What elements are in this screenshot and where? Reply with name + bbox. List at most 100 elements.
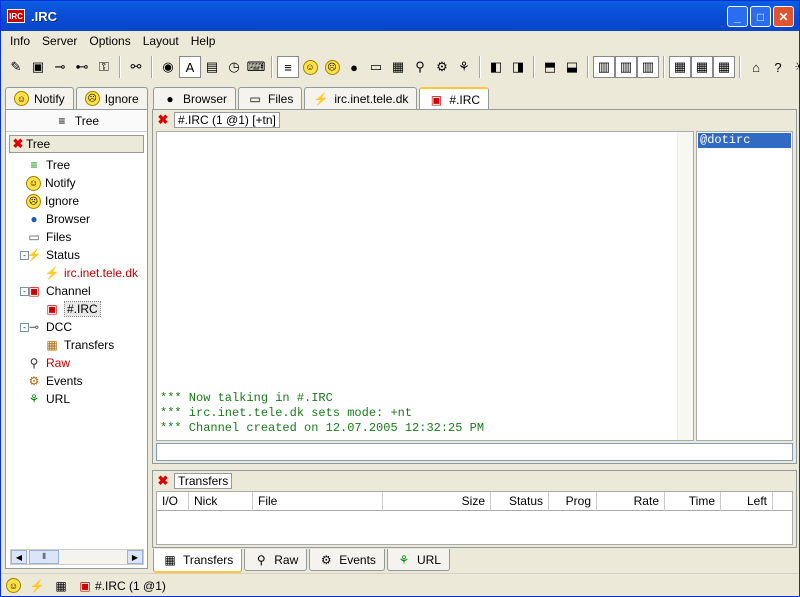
dock-top-icon[interactable]: ⬒ [539,56,561,78]
tree-item[interactable]: ⚙ Events [10,372,147,390]
tab-events[interactable]: ⚙ Events [309,549,385,571]
layout-5-icon[interactable]: ▦ [691,56,713,78]
tree-panel-header[interactable]: ≡ Tree [6,110,147,132]
collapse-toggle[interactable]: - [20,286,29,296]
tree-item[interactable]: - ▣ Channel [10,282,147,300]
close-button[interactable]: ✕ [773,6,794,27]
tab-transfers[interactable]: ▦ Transfers [153,549,243,573]
dock-left-icon[interactable]: ◧ [485,56,507,78]
tab-raw[interactable]: ⚲ Raw [244,549,308,571]
scroll-right-icon[interactable]: ▶ [127,550,143,564]
tree-item[interactable]: ⚲ Raw [10,354,147,372]
channel-status-icon[interactable]: ▣ [77,578,93,594]
home-icon[interactable]: ⌂ [745,56,767,78]
tree-item[interactable]: - ⊸ DCC [10,318,147,336]
collapse-toggle[interactable]: - [20,322,29,332]
disconnect-icon[interactable]: ⊷ [71,56,93,78]
tab-ignore[interactable]: ☹ Ignore [75,87,148,109]
tree-item[interactable]: ▣ #.IRC [10,300,147,318]
minimize-button[interactable]: _ [727,6,748,27]
ignore-toolbar-icon[interactable]: ☹ [321,56,343,78]
tree-item[interactable]: ⚡ irc.inet.tele.dk [10,264,147,282]
help-icon[interactable]: ? [767,56,789,78]
tab-files[interactable]: ▭ Files [238,87,303,109]
close-channel-icon[interactable]: ✖ [155,112,171,128]
column-header[interactable]: Nick [189,492,253,511]
keyboard-icon[interactable]: ⌨ [245,56,267,78]
notify-toolbar-icon[interactable]: ☺ [299,56,321,78]
column-header[interactable]: Time [665,492,721,511]
chat-log[interactable]: *** Now talking in #.IRC *** irc.inet.te… [156,131,694,441]
scroll-thumb[interactable]: ⫴ [29,550,59,564]
dcc-toolbar-icon[interactable]: ▦ [387,56,409,78]
column-header[interactable]: Status [491,492,549,511]
menu-options[interactable]: Options [83,34,136,48]
layout-6-icon[interactable]: ▦ [713,56,735,78]
server-status-icon[interactable]: ⚡ [29,578,45,594]
horizontal-scrollbar[interactable]: ◀ ⫴ ▶ [10,549,144,565]
tab-notify[interactable]: ☺ Notify [5,87,74,109]
maximize-button[interactable]: □ [750,6,771,27]
font-icon[interactable]: A [179,56,201,78]
column-header[interactable]: I/O [157,492,189,511]
message-input[interactable] [156,443,793,461]
list-icon[interactable]: ▤ [201,56,223,78]
column-header[interactable]: Rate [597,492,665,511]
tab-browser[interactable]: ● Browser [153,87,237,109]
close-transfers-icon[interactable]: ✖ [155,473,171,489]
close-tree-icon[interactable]: ✖ [10,136,26,152]
tree-item[interactable]: - ⚡ Status [10,246,147,264]
tree-item[interactable]: ▦ Transfers [10,336,147,354]
tip-icon[interactable]: ☀ [789,56,800,78]
tab-url[interactable]: ⚘ URL [386,549,450,571]
browser-toolbar-icon[interactable]: ● [343,56,365,78]
key-icon[interactable]: ⚿ [93,56,115,78]
wand-icon[interactable]: ✎ [5,56,27,78]
files-toolbar-icon[interactable]: ▭ [365,56,387,78]
tree-item[interactable]: ≡ Tree [10,156,147,174]
layout-3-icon[interactable]: ▥ [637,56,659,78]
clock-icon[interactable]: ◷ [223,56,245,78]
phonebook-icon[interactable]: ▣ [27,56,49,78]
tab-server[interactable]: ⚡ irc.inet.tele.dk [304,87,418,109]
url-toolbar-icon[interactable]: ⚘ [453,56,475,78]
raw-toolbar-icon[interactable]: ⚲ [409,56,431,78]
menu-info[interactable]: Info [4,34,36,48]
transfers-list[interactable] [156,511,793,545]
dock-bottom-icon[interactable]: ⬓ [561,56,583,78]
connect-icon[interactable]: ⊸ [49,56,71,78]
tree-item[interactable]: ⚘ URL [10,390,147,408]
nick-list[interactable]: @dotirc [696,131,793,441]
chat-scrollbar[interactable] [677,132,693,440]
tree-item[interactable]: ☺ Notify [10,174,147,192]
column-header[interactable]: File [253,492,383,511]
away-icon[interactable]: ◉ [157,56,179,78]
link-icon[interactable]: ⚯ [125,56,147,78]
layout-1-icon[interactable]: ▥ [593,56,615,78]
tab-channel[interactable]: ▣ #.IRC [419,87,490,111]
column-header[interactable]: Left [721,492,773,511]
nick-item[interactable]: @dotirc [698,133,791,148]
scroll-left-icon[interactable]: ◀ [11,550,27,564]
transfers-header: ✖ Transfers [153,471,796,491]
menu-layout[interactable]: Layout [137,34,185,48]
tree-item[interactable]: ☹ Ignore [10,192,147,210]
dcc-status-icon[interactable]: ▦ [53,578,69,594]
menu-help[interactable]: Help [185,34,222,48]
layout-4-icon[interactable]: ▦ [669,56,691,78]
tree-item[interactable]: ● Browser [10,210,147,228]
notify-status-icon[interactable]: ☺ [6,578,21,593]
title-bar[interactable]: IRC .IRC _ □ ✕ [1,1,799,31]
tree-item[interactable]: ▭ Files [10,228,147,246]
irc-app-icon[interactable]: IRC [7,9,25,23]
events-toolbar-icon[interactable]: ⚙ [431,56,453,78]
column-header[interactable]: Prog [549,492,597,511]
menu-server[interactable]: Server [36,34,83,48]
column-header[interactable]: Size [383,492,491,511]
tree-item-label: Status [46,248,81,262]
tree-toolbar-icon[interactable]: ≡ [277,56,299,78]
layout-2-icon[interactable]: ▥ [615,56,637,78]
collapse-toggle[interactable]: - [20,250,29,260]
dock-right-icon[interactable]: ◨ [507,56,529,78]
tree-header-label: Tree [26,137,51,151]
